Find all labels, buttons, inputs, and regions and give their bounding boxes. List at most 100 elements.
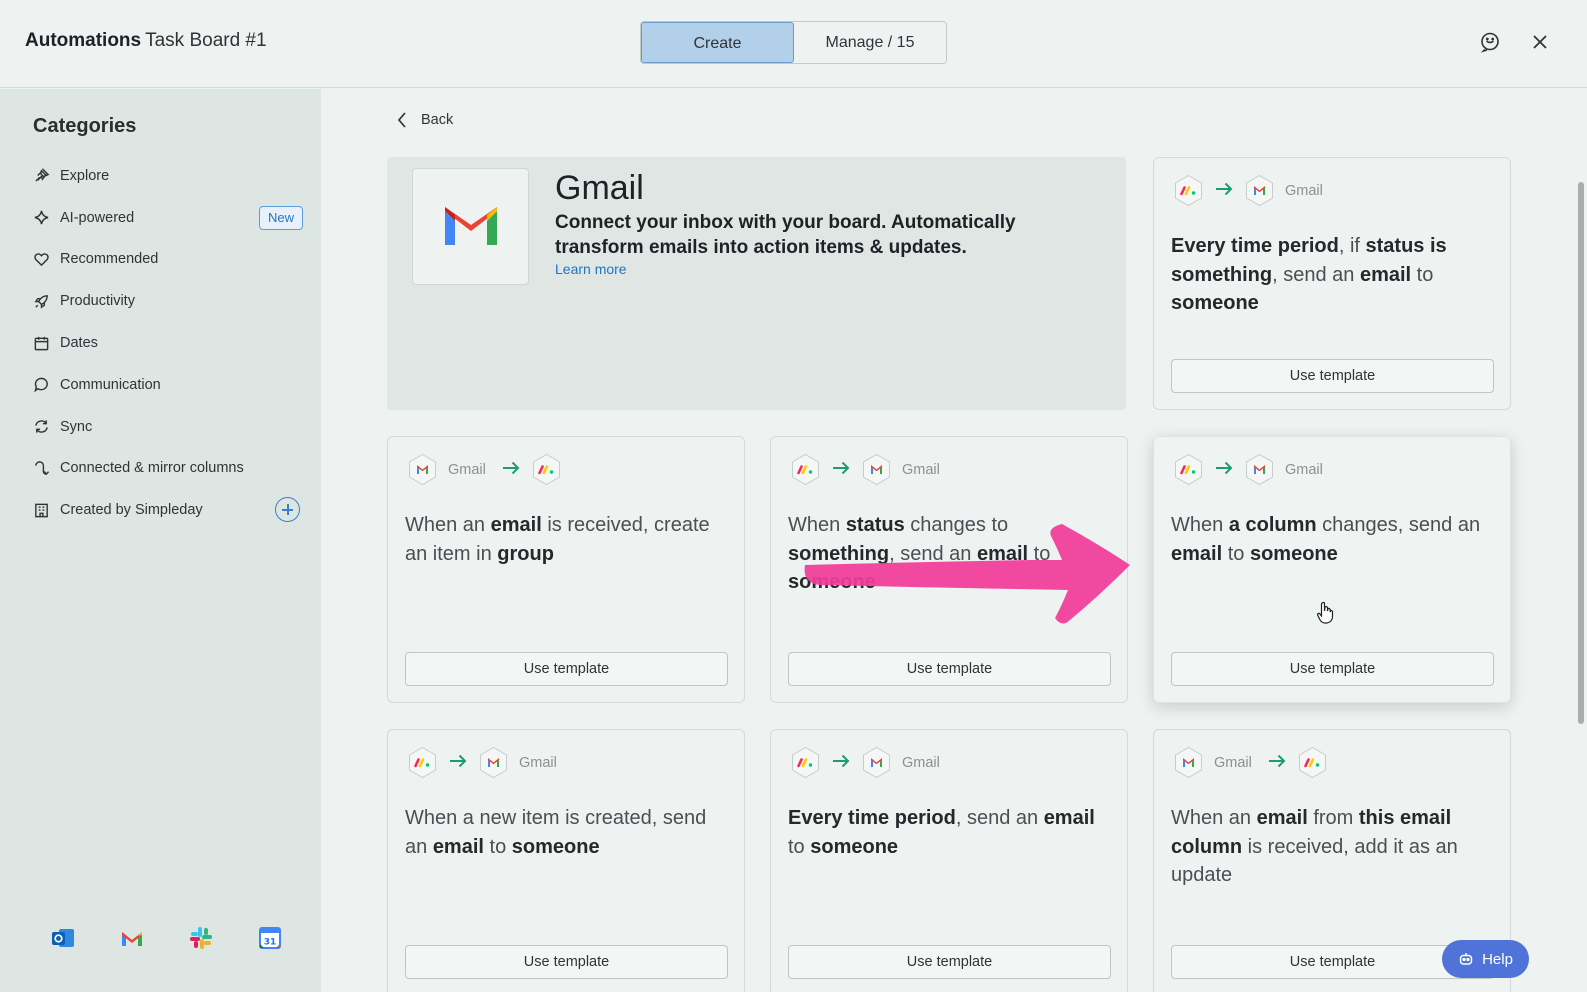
template-text: When (1171, 514, 1229, 536)
template-text: When an (405, 514, 491, 536)
use-template-button[interactable]: Use template (1171, 652, 1494, 686)
template-keyword[interactable]: status (846, 514, 905, 536)
template-keyword[interactable]: someone (788, 571, 876, 593)
sidebar-item-ai-powered[interactable]: AI-powered New (33, 197, 303, 239)
template-keyword[interactable]: email (1360, 264, 1411, 286)
use-template-button[interactable]: Use template (788, 652, 1111, 686)
gmail-icon[interactable] (119, 925, 145, 951)
gmail-hero-panel: Gmail Connect your inbox with your board… (387, 157, 1126, 410)
page-title: Automations Task Board #1 (25, 30, 267, 52)
outlook-icon[interactable] (50, 925, 76, 951)
building-icon (35, 503, 48, 518)
help-button[interactable]: Help (1442, 940, 1529, 978)
template-description: Every time period, send an email to some… (788, 804, 1113, 861)
template-text: , send an (889, 542, 977, 565)
sidebar-item-created-by-simpleday[interactable]: Created by Simpleday (33, 489, 303, 531)
learn-more-link[interactable]: Learn more (555, 261, 627, 277)
integration-flow: Gmail (789, 453, 946, 486)
gmail-logo-icon (412, 168, 529, 285)
automation-template-card[interactable]: Gmail When a column changes, send an emai… (1153, 436, 1511, 703)
sidebar-item-recommended[interactable]: Recommended (33, 239, 303, 281)
sidebar-item-connected-mirror-columns[interactable]: Connected & mirror columns (33, 448, 303, 490)
template-keyword[interactable]: a column (1229, 514, 1317, 536)
automation-template-card[interactable]: Gmail Every time period, send an email to… (770, 729, 1128, 992)
template-keyword[interactable]: group (497, 543, 554, 565)
scrollbar[interactable] (1578, 182, 1584, 724)
monday-icon (1172, 174, 1205, 207)
gmail-label: Gmail (902, 754, 940, 771)
monday-icon (789, 746, 822, 779)
template-description: When status changes to something, send a… (788, 511, 1113, 597)
template-keyword[interactable]: someone (1171, 292, 1259, 314)
integration-flow: Gmail (406, 746, 563, 779)
chat-bubble-icon (34, 378, 48, 393)
rocket-icon (34, 294, 48, 309)
gmail-label: Gmail (1214, 754, 1252, 771)
monday-icon (789, 453, 822, 486)
feedback-icon[interactable] (1478, 30, 1502, 54)
add-category-button[interactable] (275, 497, 300, 523)
template-text: to (1028, 542, 1051, 565)
tab-create[interactable]: Create (641, 22, 794, 63)
category-list: Explore AI-powered New Recommended Produ… (33, 155, 303, 531)
automation-template-card[interactable]: Gmail When a new item is created, send an… (387, 729, 745, 992)
integration-apps: 31 (50, 925, 283, 951)
template-keyword[interactable]: someone (810, 836, 898, 858)
sidebar-item-dates[interactable]: Dates (33, 322, 303, 364)
template-text: from (1307, 807, 1359, 829)
arrow-right-icon (1258, 754, 1296, 772)
template-keyword[interactable]: something (788, 543, 889, 565)
template-description: When an email from this email column is … (1171, 804, 1496, 890)
close-icon[interactable] (1528, 30, 1552, 54)
slack-icon[interactable] (188, 925, 214, 951)
sidebar-item-sync[interactable]: Sync (33, 406, 303, 448)
template-text: to (1411, 263, 1434, 286)
back-link[interactable]: Back (397, 112, 453, 128)
automation-template-card[interactable]: Gmail When an email is received, create a… (387, 436, 745, 703)
sidebar-item-productivity[interactable]: Productivity (33, 280, 303, 322)
template-keyword[interactable]: email (491, 514, 542, 536)
sidebar: Categories Explore AI-powered New Recomm… (0, 89, 321, 992)
sidebar-item-label: Explore (60, 167, 110, 184)
sparkle-icon (34, 210, 49, 225)
gmail-icon (477, 746, 510, 779)
template-text: , send an (955, 807, 1044, 829)
hero-title: Gmail (555, 169, 644, 207)
template-text: to (788, 835, 811, 858)
template-keyword[interactable]: someone (512, 836, 600, 858)
template-keyword[interactable]: someone (1250, 543, 1338, 565)
use-template-button[interactable]: Use template (1171, 359, 1494, 393)
use-template-button[interactable]: Use template (788, 945, 1111, 979)
sync-icon (35, 420, 48, 433)
template-description: When a new item is created, send an emai… (405, 804, 730, 861)
sidebar-item-explore[interactable]: Explore (33, 155, 303, 197)
automation-template-card[interactable]: Gmail Every time period, if status is som… (1153, 157, 1511, 410)
gmail-label: Gmail (448, 461, 486, 478)
integration-flow: Gmail (1172, 746, 1329, 779)
hand-cursor-icon (1316, 601, 1334, 624)
google-calendar-icon[interactable]: 31 (257, 925, 283, 951)
use-template-button[interactable]: Use template (405, 652, 728, 686)
tab-manage[interactable]: Manage / 15 (794, 22, 946, 63)
gmail-icon (1243, 174, 1276, 207)
template-description: When an email is received, create an ite… (405, 511, 730, 568)
sidebar-item-label: Sync (60, 418, 93, 435)
template-keyword[interactable]: email (1257, 807, 1308, 829)
sidebar-item-label: Recommended (60, 251, 159, 268)
mode-switcher: Create Manage / 15 (640, 21, 947, 64)
arrow-right-icon (439, 754, 477, 772)
template-keyword[interactable]: Every time period (1171, 235, 1339, 257)
template-description: When a column changes, send an email to … (1171, 511, 1496, 568)
automation-template-card[interactable]: Gmail When status changes to something, s… (770, 436, 1128, 703)
template-keyword[interactable]: Every time period (788, 807, 956, 829)
heart-icon (34, 253, 49, 267)
template-keyword[interactable]: email (1044, 807, 1095, 829)
use-template-button[interactable]: Use template (405, 945, 728, 979)
sidebar-item-communication[interactable]: Communication (33, 364, 303, 406)
template-keyword[interactable]: email (1171, 543, 1222, 565)
template-text: to (483, 835, 512, 858)
template-text: changes, send an (1316, 514, 1481, 536)
template-keyword[interactable]: email (977, 543, 1028, 565)
template-text: to (1222, 542, 1250, 565)
template-keyword[interactable]: email (433, 836, 484, 858)
